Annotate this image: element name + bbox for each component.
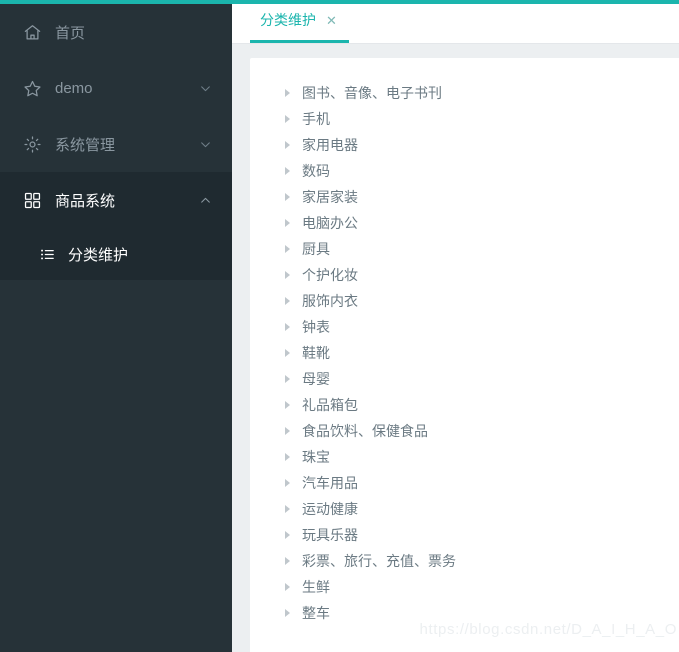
caret-right-icon[interactable]	[280, 554, 294, 568]
sidebar-item-system-management[interactable]: 系统管理	[0, 116, 232, 172]
tree-node-label: 整车	[302, 605, 330, 621]
tree-node-label: 彩票、旅行、充值、票务	[302, 553, 456, 569]
close-icon[interactable]: ✕	[326, 14, 337, 27]
tree-node-label: 礼品箱包	[302, 397, 358, 413]
tree-node-label: 生鲜	[302, 579, 330, 595]
tree-node-label: 数码	[302, 163, 330, 179]
grid-icon	[22, 190, 42, 210]
sidebar-item-category-maintenance-label: 分类维护	[68, 246, 129, 264]
caret-right-icon[interactable]	[280, 476, 294, 490]
caret-right-icon[interactable]	[280, 164, 294, 178]
caret-right-icon[interactable]	[280, 242, 294, 256]
tree-node[interactable]: 个护化妆	[280, 262, 679, 288]
caret-right-icon[interactable]	[280, 86, 294, 100]
caret-right-icon[interactable]	[280, 398, 294, 412]
list-icon	[38, 245, 56, 263]
tree-node[interactable]: 钟表	[280, 314, 679, 340]
caret-right-icon[interactable]	[280, 606, 294, 620]
tree-node[interactable]: 彩票、旅行、充值、票务	[280, 548, 679, 574]
tree-node[interactable]: 玩具乐器	[280, 522, 679, 548]
sidebar-item-demo-label: demo	[55, 79, 93, 97]
tree-node[interactable]: 生鲜	[280, 574, 679, 600]
tree-node[interactable]: 母婴	[280, 366, 679, 392]
caret-right-icon[interactable]	[280, 216, 294, 230]
caret-right-icon[interactable]	[280, 450, 294, 464]
caret-right-icon[interactable]	[280, 294, 294, 308]
tree-node-label: 母婴	[302, 371, 330, 387]
tree-node[interactable]: 运动健康	[280, 496, 679, 522]
sidebar-item-demo[interactable]: demo	[0, 60, 232, 116]
sidebar-item-system-management-label: 系统管理	[55, 136, 116, 154]
star-icon	[22, 78, 42, 98]
tree-node-label: 图书、音像、电子书刊	[302, 85, 442, 101]
caret-right-icon[interactable]	[280, 320, 294, 334]
tree-node-label: 家用电器	[302, 137, 358, 153]
caret-right-icon[interactable]	[280, 346, 294, 360]
tree-node-label: 运动健康	[302, 501, 358, 517]
tree-node[interactable]: 汽车用品	[280, 470, 679, 496]
tree-node[interactable]: 服饰内衣	[280, 288, 679, 314]
tree-node[interactable]: 食品饮料、保健食品	[280, 418, 679, 444]
sidebar-item-product-system[interactable]: 商品系统	[0, 172, 232, 228]
tree-node-label: 厨具	[302, 241, 330, 257]
caret-right-icon[interactable]	[280, 424, 294, 438]
tab-category-maintenance-label: 分类维护	[260, 12, 316, 28]
gear-icon	[22, 134, 42, 154]
chevron-up-icon[interactable]	[198, 193, 212, 207]
tree-node[interactable]: 家用电器	[280, 132, 679, 158]
sidebar-item-category-maintenance[interactable]: 分类维护	[0, 228, 232, 280]
tree-node[interactable]: 数码	[280, 158, 679, 184]
tree-node-label: 手机	[302, 111, 330, 127]
main-region: 分类维护 ✕ 图书、音像、电子书刊 手机 家用电器 数码 家居家装 电脑办公 厨…	[232, 0, 679, 652]
caret-right-icon[interactable]	[280, 268, 294, 282]
tree-node[interactable]: 电脑办公	[280, 210, 679, 236]
sidebar: 首页 demo 系统管理 商品系统 分类维护	[0, 0, 232, 652]
sidebar-item-home[interactable]: 首页	[0, 4, 232, 60]
sidebar-item-product-system-label: 商品系统	[55, 192, 116, 210]
sidebar-item-home-label: 首页	[55, 24, 86, 42]
tree-node-label: 汽车用品	[302, 475, 358, 491]
tree-node-label: 个护化妆	[302, 267, 358, 283]
category-tree: 图书、音像、电子书刊 手机 家用电器 数码 家居家装 电脑办公 厨具 个护化妆 …	[250, 58, 679, 626]
caret-right-icon[interactable]	[280, 372, 294, 386]
tree-node-label: 珠宝	[302, 449, 330, 465]
tree-node-label: 家居家装	[302, 189, 358, 205]
tree-node-label: 鞋靴	[302, 345, 330, 361]
chevron-down-icon[interactable]	[198, 81, 212, 95]
caret-right-icon[interactable]	[280, 190, 294, 204]
content-card: 图书、音像、电子书刊 手机 家用电器 数码 家居家装 电脑办公 厨具 个护化妆 …	[250, 58, 679, 652]
tree-node-label: 电脑办公	[302, 215, 358, 231]
app-shell: 首页 demo 系统管理 商品系统 分类维护 分类维护 ✕ 图书、音像、电子书刊…	[0, 0, 679, 652]
tab-bar: 分类维护 ✕	[232, 0, 679, 44]
tree-node[interactable]: 图书、音像、电子书刊	[280, 80, 679, 106]
caret-right-icon[interactable]	[280, 138, 294, 152]
tree-node[interactable]: 礼品箱包	[280, 392, 679, 418]
tab-category-maintenance[interactable]: 分类维护 ✕	[250, 0, 349, 43]
caret-right-icon[interactable]	[280, 112, 294, 126]
tree-node-label: 玩具乐器	[302, 527, 358, 543]
caret-right-icon[interactable]	[280, 502, 294, 516]
tree-node[interactable]: 鞋靴	[280, 340, 679, 366]
tree-node[interactable]: 手机	[280, 106, 679, 132]
tree-node-label: 钟表	[302, 319, 330, 335]
tree-node[interactable]: 家居家装	[280, 184, 679, 210]
caret-right-icon[interactable]	[280, 580, 294, 594]
home-icon	[22, 22, 42, 42]
tree-node-label: 食品饮料、保健食品	[302, 423, 428, 439]
caret-right-icon[interactable]	[280, 528, 294, 542]
tree-node[interactable]: 珠宝	[280, 444, 679, 470]
sidebar-group-product-system: 商品系统 分类维护	[0, 172, 232, 280]
watermark: https://blog.csdn.net/D_A_I_H_A_O	[419, 621, 677, 638]
chevron-down-icon[interactable]	[198, 137, 212, 151]
tree-node[interactable]: 厨具	[280, 236, 679, 262]
tree-node-label: 服饰内衣	[302, 293, 358, 309]
top-accent-bar	[0, 0, 679, 4]
